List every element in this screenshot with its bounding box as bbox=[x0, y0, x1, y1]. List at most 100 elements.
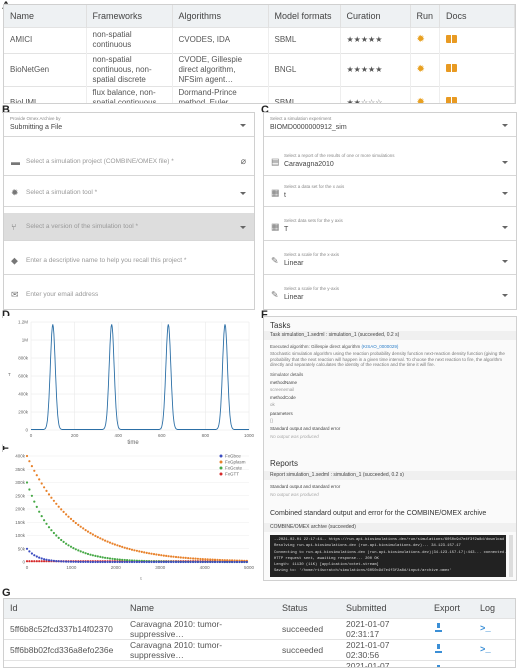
terminal-icon[interactable]: >_ bbox=[480, 624, 491, 634]
data-point bbox=[243, 560, 246, 564]
y-tick-label: 250k bbox=[15, 493, 26, 498]
data-point bbox=[106, 557, 109, 560]
gear-icon[interactable]: ✹ bbox=[417, 34, 425, 45]
table-row[interactable]: AMICI non-spatial continuous CVODES, IDA… bbox=[4, 26, 515, 53]
data-point bbox=[57, 560, 60, 563]
data-point bbox=[50, 559, 53, 562]
paperclip-icon[interactable]: ⌀ bbox=[241, 156, 246, 167]
x-tick-label: 200 bbox=[71, 433, 79, 438]
table-row[interactable]: 5ff6b8b02fcd336a8efo236e Caravagna 2010:… bbox=[4, 638, 515, 660]
table-row[interactable]: BioNetGen non-spatial continuous, non-sp… bbox=[4, 52, 515, 86]
terminal-scrollbar[interactable] bbox=[509, 535, 513, 577]
x-data-select[interactable]: ▦ Select a data set for the x axis t bbox=[264, 179, 516, 207]
kisao-link[interactable]: (KISAO_0000029) bbox=[362, 344, 399, 349]
data-point bbox=[113, 560, 116, 564]
table-row[interactable]: BioUML flux balance, non-spatial continu… bbox=[4, 85, 515, 103]
data-point bbox=[128, 547, 131, 551]
combined-output-title: Combined standard output and error for t… bbox=[270, 510, 487, 517]
y-tick-label: 200k bbox=[15, 507, 26, 512]
col-header-name[interactable]: Name bbox=[4, 5, 87, 27]
download-icon[interactable] bbox=[434, 665, 443, 667]
run-id-link[interactable]: 5ff6ba332fcd334d4cf02391 bbox=[4, 659, 124, 667]
run-id-link[interactable]: 5ff6b8c52fcd337b14f02370 bbox=[4, 617, 124, 639]
col-header-name[interactable]: Name bbox=[124, 599, 276, 618]
project-name-input[interactable]: ◆ Enter a descriptive name to help you r… bbox=[4, 247, 254, 275]
data-point bbox=[187, 560, 190, 564]
data-point bbox=[206, 560, 209, 564]
col-header-formats[interactable]: Model formats bbox=[268, 5, 341, 27]
data-point bbox=[25, 560, 29, 563]
data-point bbox=[99, 537, 102, 540]
table-row[interactable]: 5ff6ba332fcd334d4cf02391 Ciliberto 2003:… bbox=[4, 659, 515, 667]
data-point bbox=[218, 558, 221, 562]
experiment-select[interactable]: Select a simulation experiment BIOMD0000… bbox=[264, 113, 516, 137]
book-icon[interactable] bbox=[446, 97, 458, 103]
gear-icon[interactable]: ✹ bbox=[417, 64, 425, 75]
book-icon[interactable] bbox=[446, 64, 458, 72]
simulator-name-link[interactable]: BioNetGen bbox=[4, 52, 87, 86]
data-point bbox=[157, 560, 160, 564]
data-point bbox=[33, 500, 36, 503]
data-point bbox=[86, 530, 90, 533]
email-field[interactable]: ✉ Enter your email address bbox=[4, 281, 254, 309]
download-icon[interactable] bbox=[434, 644, 443, 653]
data-point bbox=[152, 560, 156, 564]
col-header-submitted[interactable]: Submitted bbox=[340, 599, 428, 618]
col-header-id[interactable]: Id bbox=[4, 599, 124, 618]
data-point bbox=[89, 553, 92, 556]
time-course-plot[interactable]: 0 200k 400k 600k 800k 1M 1.2M 0 200 400 600 800 100… bbox=[3, 316, 255, 447]
data-point bbox=[148, 552, 151, 555]
book-icon[interactable] bbox=[446, 34, 458, 43]
data-point bbox=[201, 560, 204, 564]
col-header-frameworks[interactable]: Frameworks bbox=[86, 5, 173, 27]
simulator-name-link[interactable]: BioUML bbox=[4, 85, 87, 103]
simulation-tool-select[interactable]: ✹ Select a simulation tool * bbox=[4, 179, 254, 207]
table-row[interactable]: 5ff6b8c52fcd337b14f02370 Caravagna 2010:… bbox=[4, 617, 515, 639]
simulator-name-link[interactable]: AMICI bbox=[4, 26, 87, 53]
data-point bbox=[40, 482, 43, 485]
col-header-log[interactable]: Log bbox=[474, 599, 515, 618]
x-scale-value: Linear bbox=[284, 260, 304, 267]
data-point bbox=[72, 560, 75, 563]
y-data-select[interactable]: ▦ Select data sets for the y axis T bbox=[264, 213, 516, 241]
y-tick-label: 1.2M bbox=[18, 320, 28, 325]
x-scale-select[interactable]: ✎ Select a scale for the x-axis Linear bbox=[264, 247, 516, 275]
col-header-docs[interactable]: Docs bbox=[439, 5, 515, 27]
x-tick-label: 3000 bbox=[155, 565, 166, 570]
col-header-export[interactable]: Export bbox=[428, 599, 474, 618]
data-point bbox=[135, 549, 138, 552]
no-output-text: No output was produced bbox=[270, 492, 319, 497]
report-select[interactable]: ▤ Select a report of the results of one … bbox=[264, 148, 516, 176]
species-plot[interactable]: 0 50k 100k 150k 200k 250k 300k 350k 400k 0 1000 20… bbox=[3, 450, 255, 582]
report-expansion-bar[interactable]: Report simulation_1.sedml : simulation_1… bbox=[264, 471, 516, 480]
run-id-link[interactable]: 5ff6b8b02fcd336a8efo236e bbox=[4, 638, 124, 660]
data-point bbox=[116, 558, 119, 561]
task-expansion-bar[interactable]: Task simulation_1.sedml : simulation_1 (… bbox=[264, 331, 516, 340]
terminal-icon[interactable]: >_ bbox=[480, 645, 491, 655]
project-file-input[interactable]: ▬ Select a simulation project (COMBINE/O… bbox=[4, 148, 254, 176]
data-point bbox=[196, 560, 199, 564]
data-point bbox=[174, 555, 178, 559]
data-point bbox=[74, 560, 77, 563]
col-header-run[interactable]: Run bbox=[410, 5, 441, 27]
tool-version-select[interactable]: ⑂ Select a version of the simulation too… bbox=[4, 213, 254, 241]
y-tick-label: 600k bbox=[18, 374, 29, 379]
data-point bbox=[43, 519, 46, 522]
provide-archive-select[interactable]: Provide Omex Archive by Submitting a Fil… bbox=[4, 113, 254, 137]
col-header-algorithms[interactable]: Algorithms bbox=[172, 5, 269, 27]
archive-expansion-bar[interactable]: COMBINE/OMEX archive (succeeded) bbox=[264, 523, 516, 532]
data-point bbox=[82, 527, 85, 530]
curation-stars: ★★★★★ bbox=[340, 26, 411, 53]
x-tick-label: 400 bbox=[114, 433, 122, 438]
data-point bbox=[172, 560, 175, 564]
data-point bbox=[123, 546, 126, 549]
y-scale-select[interactable]: ✎ Select a scale for the y-axis Linear bbox=[264, 281, 516, 309]
terminal-icon[interactable]: >_ bbox=[480, 666, 491, 667]
col-header-status[interactable]: Status bbox=[276, 599, 340, 618]
envelope-icon: ✉ bbox=[11, 289, 19, 300]
data-point bbox=[79, 550, 82, 553]
gear-icon[interactable]: ✹ bbox=[417, 97, 425, 103]
download-icon[interactable] bbox=[434, 623, 443, 632]
col-header-curation[interactable]: Curation bbox=[340, 5, 411, 27]
data-point bbox=[160, 554, 163, 557]
